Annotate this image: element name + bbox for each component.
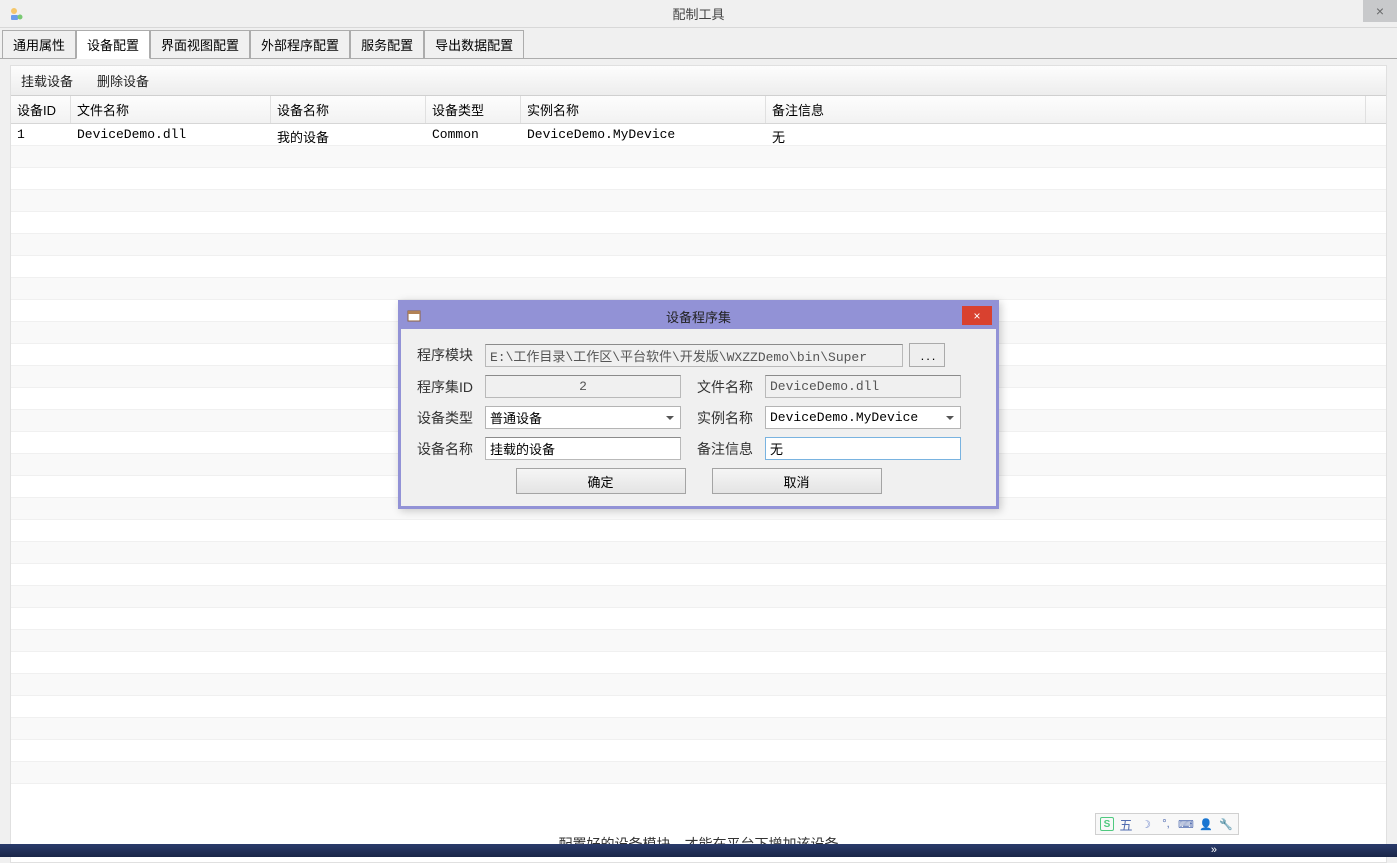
ime-punct-icon[interactable]: °, <box>1158 816 1174 832</box>
cancel-button[interactable]: 取消 <box>712 468 882 494</box>
label-instance-name: 实例名称 <box>697 408 759 428</box>
cell-devtype: Common <box>426 124 521 145</box>
tab-bar: 通用属性 设备配置 界面视图配置 外部程序配置 服务配置 导出数据配置 <box>0 28 1397 59</box>
cell-devname: 我的设备 <box>271 124 426 145</box>
ime-s-icon[interactable]: S <box>1100 817 1114 831</box>
cell-file: DeviceDemo.dll <box>71 124 271 145</box>
table-row-empty <box>11 630 1386 652</box>
table-row-empty <box>11 674 1386 696</box>
delete-device-button[interactable]: 删除设备 <box>97 71 149 90</box>
dialog-close-button[interactable]: × <box>962 306 992 325</box>
taskbar-chevron-icon[interactable]: » <box>1211 844 1217 856</box>
table-row-empty <box>11 586 1386 608</box>
tab-view-config[interactable]: 界面视图配置 <box>150 30 250 58</box>
col-header-instance[interactable]: 实例名称 <box>521 96 766 123</box>
table-row-empty <box>11 718 1386 740</box>
tab-general[interactable]: 通用属性 <box>2 30 76 58</box>
tab-service-config[interactable]: 服务配置 <box>350 30 424 58</box>
table-row-empty <box>11 762 1386 784</box>
moon-icon[interactable]: ☽ <box>1138 816 1154 832</box>
assembly-id-input <box>485 375 681 398</box>
cell-instance: DeviceDemo.MyDevice <box>521 124 766 145</box>
device-assembly-dialog: 设备程序集 × 程序模块 ... 程序集ID 文件名称 设备类型 普通设备 实例… <box>398 300 999 509</box>
table-header-row: 设备ID 文件名称 设备名称 设备类型 实例名称 备注信息 <box>11 96 1386 124</box>
device-name-input[interactable] <box>485 437 681 460</box>
col-header-file[interactable]: 文件名称 <box>71 96 271 123</box>
module-path-input <box>485 344 903 367</box>
table-row-empty <box>11 212 1386 234</box>
table-row-empty <box>11 146 1386 168</box>
dialog-titlebar[interactable]: 设备程序集 × <box>401 303 996 329</box>
label-device-name: 设备名称 <box>417 439 479 459</box>
taskbar[interactable] <box>0 844 1397 857</box>
label-remark: 备注信息 <box>697 439 759 459</box>
device-type-combo[interactable]: 普通设备 <box>485 406 681 429</box>
col-header-devname[interactable]: 设备名称 <box>271 96 426 123</box>
label-module: 程序模块 <box>417 345 479 365</box>
window-title: 配制工具 <box>672 4 724 23</box>
wrench-icon[interactable]: 🔧 <box>1218 816 1234 832</box>
file-name-input <box>765 375 961 398</box>
label-device-type: 设备类型 <box>417 408 479 428</box>
table-row-empty <box>11 608 1386 630</box>
table-row-empty <box>11 190 1386 212</box>
ok-button[interactable]: 确定 <box>516 468 686 494</box>
ime-bar[interactable]: S 五 ☽ °, ⌨ 👤 🔧 <box>1095 813 1239 835</box>
table-row-empty <box>11 542 1386 564</box>
label-file-name: 文件名称 <box>697 377 759 397</box>
person-icon[interactable]: 👤 <box>1198 816 1214 832</box>
col-header-devtype[interactable]: 设备类型 <box>426 96 521 123</box>
keyboard-icon[interactable]: ⌨ <box>1178 816 1194 832</box>
toolbar: 挂载设备 删除设备 <box>11 66 1386 96</box>
table-row-empty <box>11 696 1386 718</box>
table-row-empty <box>11 234 1386 256</box>
cell-id: 1 <box>11 124 71 145</box>
table-row-empty <box>11 520 1386 542</box>
table-row-empty <box>11 564 1386 586</box>
cell-remark: 无 <box>766 124 1366 145</box>
dialog-body: 程序模块 ... 程序集ID 文件名称 设备类型 普通设备 实例名称 Devic… <box>401 329 996 506</box>
tab-export-config[interactable]: 导出数据配置 <box>424 30 524 58</box>
col-header-id[interactable]: 设备ID <box>11 96 71 123</box>
mount-device-button[interactable]: 挂载设备 <box>21 71 73 90</box>
main-titlebar: 配制工具 × <box>0 0 1397 28</box>
tab-external-config[interactable]: 外部程序配置 <box>250 30 350 58</box>
table-row-empty <box>11 168 1386 190</box>
remark-input[interactable] <box>765 437 961 460</box>
col-header-remark[interactable]: 备注信息 <box>766 96 1366 123</box>
table-row-empty <box>11 740 1386 762</box>
ime-wu-icon[interactable]: 五 <box>1118 816 1134 832</box>
table-row-empty <box>11 278 1386 300</box>
table-row[interactable]: 1 DeviceDemo.dll 我的设备 Common DeviceDemo.… <box>11 124 1386 146</box>
instance-name-value: DeviceDemo.MyDevice <box>770 410 918 425</box>
table-row-empty <box>11 652 1386 674</box>
dialog-title: 设备程序集 <box>666 307 731 326</box>
dialog-icon <box>407 309 421 323</box>
browse-button[interactable]: ... <box>909 343 945 367</box>
tab-device-config[interactable]: 设备配置 <box>76 30 150 59</box>
table-row-empty <box>11 256 1386 278</box>
label-assembly-id: 程序集ID <box>417 377 479 397</box>
device-type-value: 普通设备 <box>490 408 542 427</box>
instance-name-combo[interactable]: DeviceDemo.MyDevice <box>765 406 961 429</box>
app-icon <box>8 6 24 22</box>
close-button[interactable]: × <box>1363 0 1397 22</box>
